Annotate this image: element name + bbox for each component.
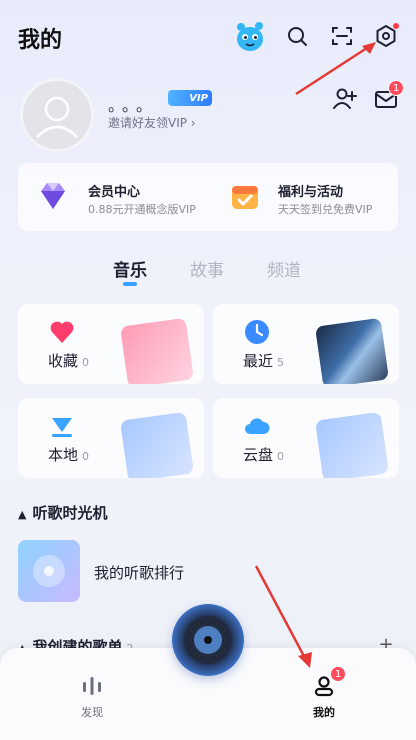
- tile-label: 云盘 0: [243, 444, 284, 465]
- recent-count: 5: [277, 356, 285, 369]
- discover-icon: [83, 677, 101, 695]
- calendar-check-icon: [232, 186, 258, 209]
- time-machine-title: 听歌时光机: [32, 504, 108, 522]
- heart-icon: [50, 321, 74, 343]
- inbox-badge: 1: [388, 80, 405, 96]
- invite-link[interactable]: 邀请好友领VIP ›: [108, 114, 196, 131]
- member-center-title: 会员中心: [88, 185, 141, 200]
- tab-story[interactable]: 故事: [190, 256, 224, 281]
- avatar[interactable]: [20, 78, 94, 152]
- local-count: 0: [82, 450, 90, 463]
- page-title: 我的: [18, 28, 63, 53]
- notification-dot: [393, 23, 399, 29]
- nav-discover[interactable]: 发现: [62, 674, 122, 724]
- tile-recent[interactable]: 最近 5: [213, 304, 399, 384]
- inbox-icon[interactable]: 1: [374, 80, 405, 112]
- favorites-count: 0: [82, 356, 90, 369]
- now-playing-button[interactable]: [172, 604, 244, 676]
- cloud-icon: [245, 418, 270, 434]
- rank-cover: [18, 540, 80, 602]
- nav-mine-badge: 1: [330, 666, 347, 682]
- annotation-arrow-mine: [254, 565, 312, 668]
- tile-label: 本地 0: [48, 444, 89, 465]
- nav-mine-label: 我的: [313, 706, 335, 719]
- local-label: 本地: [48, 446, 79, 464]
- recent-label: 最近: [243, 352, 274, 370]
- recent-cover: [315, 317, 389, 384]
- tab-indicator: [123, 282, 137, 286]
- tile-local[interactable]: 本地 0: [18, 398, 204, 478]
- cloud-label: 云盘: [243, 446, 274, 464]
- rank-label: 我的听歌排行: [94, 564, 185, 582]
- time-machine-header[interactable]: ▲ 听歌时光机: [18, 502, 107, 523]
- welfare-title: 福利与活动: [278, 185, 344, 200]
- profile-section: 。。。 VIP 邀请好友领VIP › 1: [18, 76, 405, 156]
- cloud-cover: [315, 411, 389, 478]
- listening-rank-item[interactable]: 我的听歌排行: [18, 540, 398, 604]
- local-cover: [120, 411, 194, 478]
- welfare-subtitle: 天天签到兑免费VIP: [278, 203, 373, 216]
- vip-badge[interactable]: VIP: [168, 90, 212, 106]
- member-center-card[interactable]: 会员中心 0.88元开通概念版VIP: [18, 163, 208, 231]
- promo-cards: 会员中心 0.88元开通概念版VIP 福利与活动 天天签到兑免费VIP: [18, 163, 398, 231]
- member-center-subtitle: 0.88元开通概念版VIP: [88, 203, 196, 216]
- favorites-cover: [120, 317, 194, 384]
- download-icon: [52, 418, 72, 437]
- cloud-count: 0: [277, 450, 285, 463]
- add-friend-icon[interactable]: [332, 86, 358, 112]
- username[interactable]: 。。。: [108, 92, 158, 116]
- mascot-icon[interactable]: [232, 18, 268, 54]
- clock-icon: [245, 320, 269, 344]
- nav-mine[interactable]: 1 我的: [294, 666, 354, 724]
- tile-label: 最近 5: [243, 350, 284, 371]
- diamond-icon: [41, 183, 65, 209]
- tile-favorites[interactable]: 收藏 0: [18, 304, 204, 384]
- album-disc-icon: [184, 616, 232, 664]
- welfare-card[interactable]: 福利与活动 天天签到兑免费VIP: [208, 163, 398, 231]
- tile-cloud[interactable]: 云盘 0: [213, 398, 399, 478]
- nav-discover-label: 发现: [81, 706, 103, 719]
- content-tabs: 音乐 故事 频道: [0, 256, 416, 286]
- tab-music[interactable]: 音乐: [113, 256, 147, 281]
- tab-channel[interactable]: 频道: [267, 256, 301, 281]
- favorites-label: 收藏: [48, 352, 79, 370]
- chevron-up-icon: ▲: [18, 508, 27, 521]
- tile-label: 收藏 0: [48, 350, 89, 371]
